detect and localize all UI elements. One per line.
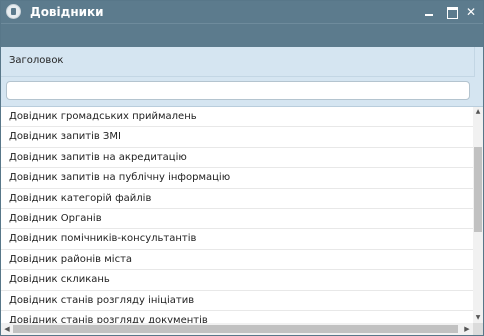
horizontal-scrollbar[interactable]: ◀ ▶ <box>1 323 473 335</box>
directories-window: Довідники ✕ Заголовок Довідник громадськ… <box>0 0 484 336</box>
scroll-left-arrow-icon[interactable]: ◀ <box>1 323 13 335</box>
vertical-scrollbar[interactable]: ▲ ▼ <box>473 107 483 323</box>
maximize-icon[interactable] <box>443 3 461 21</box>
column-header-title[interactable]: Заголовок <box>1 47 475 77</box>
scroll-down-arrow-icon[interactable]: ▼ <box>473 313 483 323</box>
app-icon <box>6 4 21 19</box>
list-item[interactable]: Довідник громадських приймалень <box>1 107 473 128</box>
list-item[interactable]: Довідник станів розгляду ініціатив <box>1 291 473 311</box>
vertical-scroll-thumb[interactable] <box>474 147 482 232</box>
directory-list: Довідник громадських приймалень Довідник … <box>1 107 473 323</box>
horizontal-scroll-thumb[interactable] <box>13 325 458 333</box>
title-bar[interactable]: Довідники ✕ <box>1 1 483 23</box>
column-header-label: Заголовок <box>9 55 64 66</box>
scroll-right-arrow-icon[interactable]: ▶ <box>461 323 473 335</box>
list-item[interactable]: Довідник станів розгляду документів <box>1 311 473 323</box>
list-item[interactable]: Довідник районів міста <box>1 250 473 271</box>
close-icon[interactable]: ✕ <box>462 3 480 21</box>
list-item[interactable]: Довідник категорій файлів <box>1 189 473 209</box>
title-filter-input[interactable] <box>6 81 470 100</box>
list-item[interactable]: Довідник помічників-консультантів <box>1 229 473 250</box>
scrollbar-corner <box>473 323 483 335</box>
scroll-up-arrow-icon[interactable]: ▲ <box>473 107 483 117</box>
window-title: Довідники <box>30 5 104 19</box>
list-item[interactable]: Довідник скликань <box>1 270 473 291</box>
list-item[interactable]: Довідник запитів ЗМІ <box>1 127 473 148</box>
list-item[interactable]: Довідник Органів <box>1 209 473 230</box>
list-item[interactable]: Довідник запитів на публічну інформацію <box>1 168 473 189</box>
minimize-icon[interactable] <box>420 3 438 21</box>
grid-header: Заголовок <box>1 47 483 107</box>
list-item[interactable]: Довідник запитів на акредитацію <box>1 148 473 169</box>
toolbar <box>1 23 483 47</box>
